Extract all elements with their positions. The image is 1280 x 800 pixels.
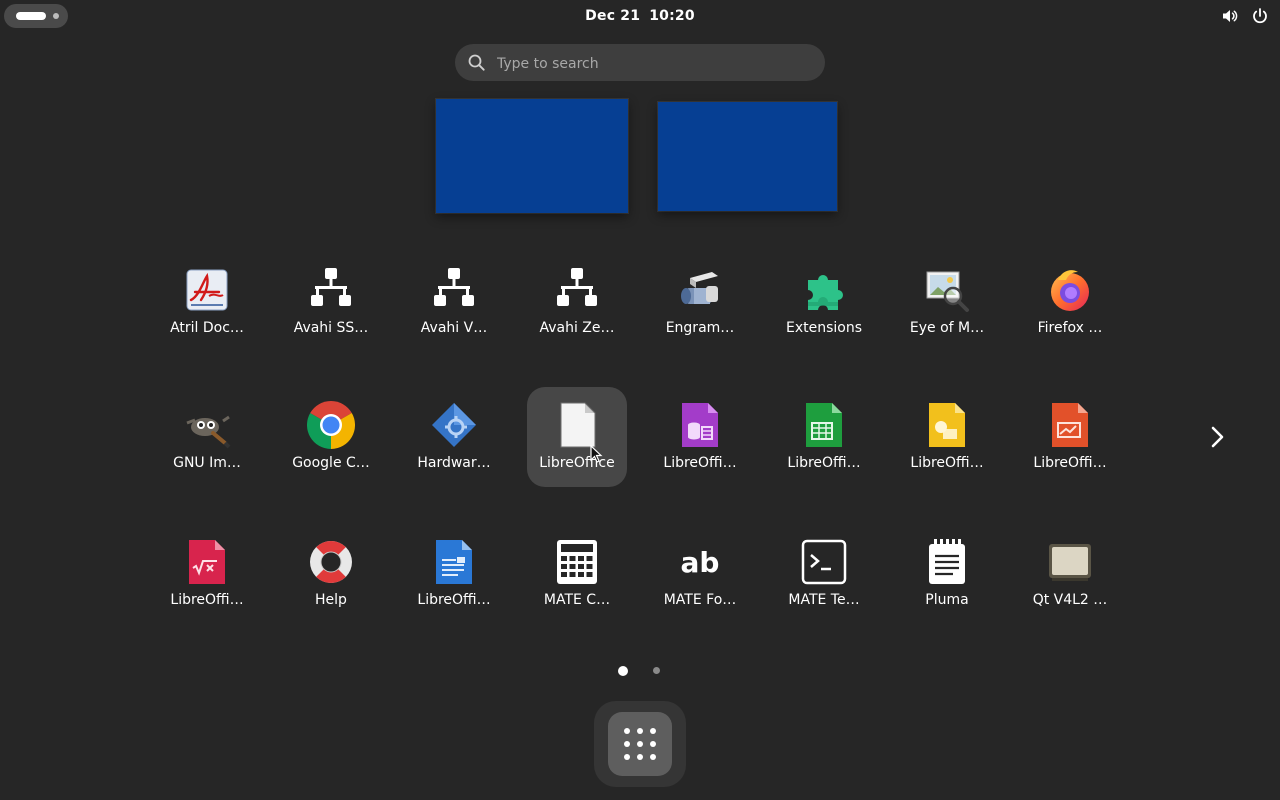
top-bar: Dec 21 10:20 — [0, 0, 1280, 32]
hardware-icon — [432, 403, 476, 447]
network-icon — [311, 268, 351, 306]
network-icon — [434, 268, 474, 306]
app-label: LibreOffice — [539, 455, 615, 471]
libreoffice-impress-icon — [1052, 403, 1088, 447]
libreoffice-draw-icon — [929, 403, 965, 447]
show-apps-button[interactable] — [608, 712, 672, 776]
app-label: Hardwar… — [417, 455, 491, 471]
libreoffice-base-icon — [682, 403, 718, 447]
libreoffice-icon — [560, 402, 596, 448]
app-google-chrome[interactable]: Google C… — [281, 387, 381, 487]
text-editor-icon — [929, 539, 965, 584]
app-label: LibreOffi… — [663, 455, 737, 471]
svg-text:ab: ab — [681, 546, 720, 579]
app-label: Help — [315, 592, 347, 608]
app-label: Qt V4L2 … — [1032, 592, 1108, 608]
app-label: MATE C… — [543, 592, 611, 608]
app-libreoffice-base[interactable]: LibreOffi… — [650, 387, 750, 487]
app-avahi-zeroconf[interactable]: Avahi Ze… — [527, 252, 627, 352]
app-atril[interactable]: Atril Doc… — [157, 252, 257, 352]
gimp-icon — [186, 415, 231, 449]
app-label: Avahi V… — [420, 320, 488, 336]
volume-icon[interactable] — [1220, 6, 1240, 26]
app-qt-v4l2[interactable]: Qt V4L2 … — [1020, 524, 1120, 624]
search-input[interactable] — [495, 44, 809, 83]
app-label: LibreOffi… — [910, 455, 984, 471]
app-libreoffice-impress[interactable]: LibreOffi… — [1020, 387, 1120, 487]
app-label: LibreOffi… — [170, 592, 244, 608]
network-icon — [557, 268, 597, 306]
app-mate-font-viewer[interactable]: ab MATE Fo… — [650, 524, 750, 624]
clock[interactable]: Dec 21 10:20 — [540, 5, 740, 27]
app-avahi-vnc[interactable]: Avahi V… — [404, 252, 504, 352]
help-lifebuoy-icon — [310, 541, 352, 583]
app-label: Engram… — [665, 320, 735, 336]
image-viewer-icon — [926, 271, 969, 312]
app-mate-calculator[interactable]: MATE C… — [527, 524, 627, 624]
app-libreoffice[interactable]: LibreOffice — [527, 387, 627, 487]
dash — [594, 701, 686, 787]
chrome-icon — [307, 401, 355, 449]
system-tray[interactable] — [1220, 6, 1270, 26]
app-label: Eye of M… — [909, 320, 985, 336]
firefox-icon — [1051, 270, 1089, 311]
libreoffice-calc-icon — [806, 403, 842, 447]
activities-button[interactable] — [4, 4, 68, 28]
app-eye-of-mate[interactable]: Eye of M… — [897, 252, 997, 352]
app-label: MATE Te… — [788, 592, 860, 608]
page-indicator-1[interactable] — [618, 666, 628, 676]
page-indicator-2[interactable] — [653, 667, 660, 674]
engrampa-icon — [681, 272, 718, 304]
app-label: Firefox … — [1037, 320, 1103, 336]
app-libreoffice-draw[interactable]: LibreOffi… — [897, 387, 997, 487]
app-libreoffice-writer[interactable]: LibreOffi… — [404, 524, 504, 624]
workspace-thumbnail-1[interactable] — [436, 99, 628, 213]
clock-date: Dec 21 — [585, 8, 641, 24]
app-engrampa[interactable]: Engram… — [650, 252, 750, 352]
app-label: Pluma — [925, 592, 969, 608]
app-libreoffice-calc[interactable]: LibreOffi… — [774, 387, 874, 487]
libreoffice-math-icon — [189, 540, 225, 584]
app-avahi-ssh[interactable]: Avahi SS… — [281, 252, 381, 352]
app-label: Avahi SS… — [293, 320, 369, 336]
libreoffice-writer-icon — [436, 540, 472, 584]
app-pluma[interactable]: Pluma — [897, 524, 997, 624]
app-extensions[interactable]: Extensions — [774, 252, 874, 352]
next-page-chevron-icon[interactable] — [1204, 424, 1230, 450]
app-label: Atril Doc… — [170, 320, 244, 336]
workspace-indicator-inactive — [53, 13, 59, 19]
app-label: LibreOffi… — [417, 592, 491, 608]
app-firefox[interactable]: Firefox … — [1020, 252, 1120, 352]
app-libreoffice-math[interactable]: LibreOffi… — [157, 524, 257, 624]
clock-time: 10:20 — [649, 8, 695, 24]
app-label: MATE Fo… — [663, 592, 737, 608]
calculator-icon — [557, 540, 597, 584]
app-mate-terminal[interactable]: MATE Te… — [774, 524, 874, 624]
webcam-icon — [1049, 544, 1091, 581]
search-box[interactable] — [455, 44, 825, 83]
workspace-thumbnail-2[interactable] — [658, 102, 837, 211]
puzzle-icon — [808, 274, 843, 310]
search-icon — [468, 54, 485, 71]
workspace-indicator-active — [16, 12, 46, 20]
app-label: LibreOffi… — [1033, 455, 1107, 471]
app-label: Avahi Ze… — [539, 320, 615, 336]
power-icon[interactable] — [1250, 6, 1270, 26]
terminal-icon — [801, 539, 847, 585]
font-viewer-icon: ab — [681, 546, 720, 579]
app-hardware[interactable]: Hardwar… — [404, 387, 504, 487]
app-label: GNU Im… — [173, 455, 241, 471]
app-gimp[interactable]: GNU Im… — [157, 387, 257, 487]
app-help[interactable]: Help — [281, 524, 381, 624]
app-label: LibreOffi… — [787, 455, 861, 471]
app-label: Extensions — [785, 320, 863, 336]
app-label: Google C… — [292, 455, 370, 471]
atril-icon — [186, 269, 228, 311]
